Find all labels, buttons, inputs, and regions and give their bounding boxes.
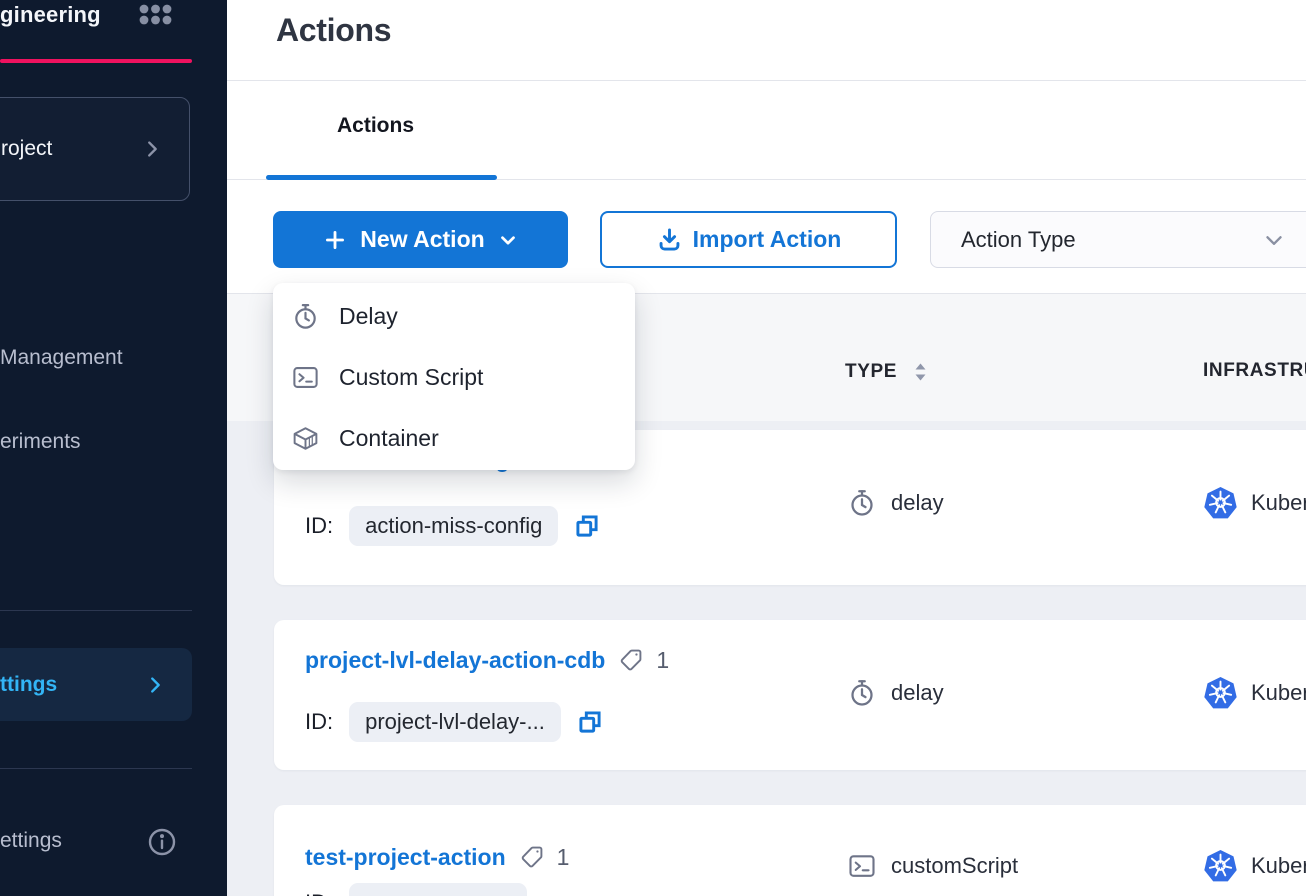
footer-settings-label: ettings xyxy=(0,829,62,853)
download-icon xyxy=(656,226,683,253)
app-screen: gineering roject Management eriments tti… xyxy=(0,0,1306,896)
tag-icon xyxy=(617,647,644,674)
action-id-value: action-miss-config xyxy=(349,506,558,546)
active-tab-indicator xyxy=(266,175,497,180)
menu-item-label: Custom Script xyxy=(339,364,483,391)
apps-grid-icon[interactable] xyxy=(139,4,172,25)
action-id-value xyxy=(349,883,527,896)
tag-count: 1 xyxy=(656,647,669,674)
menu-item-label: Delay xyxy=(339,303,398,330)
id-label: ID: xyxy=(305,890,333,896)
action-type-filter[interactable]: Action Type xyxy=(930,211,1306,268)
action-name-link[interactable]: test-project-action xyxy=(305,842,506,872)
chevron-down-icon xyxy=(497,229,519,251)
menu-item-label: Container xyxy=(339,425,439,452)
sidebar-item-management[interactable]: Management xyxy=(0,344,123,372)
sidebar-divider xyxy=(0,610,192,611)
stopwatch-icon xyxy=(847,678,877,708)
terminal-icon xyxy=(291,363,320,392)
sidebar: gineering roject Management eriments tti… xyxy=(0,0,227,896)
menu-item-container[interactable]: Container xyxy=(273,408,635,469)
sort-icon xyxy=(913,360,928,384)
infrastructure-column-label: INFRASTRUCTURE xyxy=(1203,360,1306,382)
page-title: Actions xyxy=(276,12,391,49)
copy-icon[interactable] xyxy=(574,513,600,539)
stopwatch-icon xyxy=(291,302,320,331)
import-action-label: Import Action xyxy=(693,226,842,253)
id-label: ID: xyxy=(305,709,333,735)
sidebar-divider xyxy=(0,768,192,769)
table-row: project-lvl-delay-action-cdb 1 ID: proje… xyxy=(274,620,1306,770)
tag-count: 1 xyxy=(557,844,570,871)
action-type-value: delay xyxy=(891,680,944,706)
chevron-right-icon xyxy=(144,674,166,696)
project-name: roject xyxy=(1,137,52,161)
column-header-infrastructure: INFRASTRUCTURE xyxy=(1203,360,1306,382)
copy-icon[interactable] xyxy=(577,709,603,735)
project-switcher[interactable]: roject xyxy=(0,97,190,201)
container-cube-icon xyxy=(291,424,320,453)
menu-item-custom-script[interactable]: Custom Script xyxy=(273,347,635,408)
action-type-value: customScript xyxy=(891,853,1018,879)
info-icon[interactable] xyxy=(146,826,178,858)
action-type-value: delay xyxy=(891,490,944,516)
menu-item-delay[interactable]: Delay xyxy=(273,286,635,347)
new-action-button[interactable]: New Action xyxy=(273,211,568,268)
kubernetes-icon xyxy=(1203,675,1238,710)
chevron-right-icon xyxy=(141,138,163,160)
sidebar-item-experiments[interactable]: eriments xyxy=(0,428,81,456)
type-column-label: TYPE xyxy=(845,361,897,383)
kubernetes-icon xyxy=(1203,485,1238,520)
action-type-label: Action Type xyxy=(961,227,1076,253)
kubernetes-icon xyxy=(1203,848,1238,883)
plus-icon xyxy=(322,227,348,253)
new-action-label: New Action xyxy=(360,226,484,253)
table-row: test-project-action 1 ID: customScript xyxy=(274,805,1306,896)
tab-actions[interactable]: Actions xyxy=(337,114,414,138)
stopwatch-icon xyxy=(847,488,877,518)
infrastructure-value: Kubernetes xyxy=(1251,490,1306,516)
terminal-icon xyxy=(847,851,877,881)
infrastructure-value: Kubernetes xyxy=(1251,853,1306,879)
header-divider xyxy=(227,80,1306,81)
action-name-link[interactable]: project-lvl-delay-action-cdb xyxy=(305,645,605,675)
brand-wordmark: gineering xyxy=(0,2,101,28)
id-label: ID: xyxy=(305,513,333,539)
infrastructure-value: Kubernetes xyxy=(1251,680,1306,706)
settings-label: ttings xyxy=(0,673,57,697)
sidebar-item-settings-active[interactable]: ttings xyxy=(0,648,192,721)
sidebar-footer-settings[interactable]: ettings xyxy=(0,826,192,860)
brand-accent-bar xyxy=(0,59,192,63)
import-action-button[interactable]: Import Action xyxy=(600,211,897,268)
new-action-dropdown-menu: Delay Custom Script Container xyxy=(273,283,635,470)
tag-icon xyxy=(518,844,545,871)
action-id-value: project-lvl-delay-... xyxy=(349,702,561,742)
chevron-down-icon xyxy=(1261,227,1287,253)
column-header-type[interactable]: TYPE xyxy=(845,360,928,384)
main-content: Actions Actions New Action Import Action… xyxy=(227,0,1306,896)
